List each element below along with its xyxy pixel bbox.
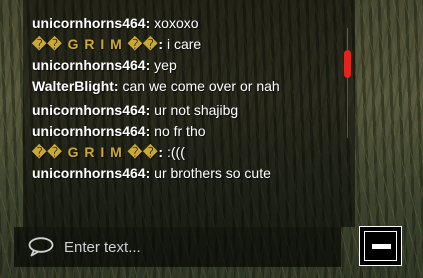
chat-message: unicornhorns464: ur brothers so cute <box>32 164 337 182</box>
message-separator: : <box>158 144 164 160</box>
chat-input[interactable] <box>64 238 334 256</box>
scrollbar-thumb[interactable] <box>344 50 351 78</box>
message-text: i care <box>166 36 202 52</box>
chat-message: unicornhorns464: ur not shajibg <box>32 101 337 119</box>
message-username[interactable]: unicornhorns464 <box>32 165 146 181</box>
chat-toggle-button[interactable] <box>359 226 402 266</box>
chat-scrollbar[interactable] <box>343 8 351 218</box>
chat-message: unicornhorns464: xoxoxo <box>32 14 337 32</box>
minimize-icon <box>364 231 397 261</box>
message-separator: : <box>158 36 164 52</box>
message-text: can we come over or nah <box>122 78 280 94</box>
chat-message: unicornhorns464: yep <box>32 56 337 74</box>
chat-message: WalterBlight: can we come over or nah <box>32 77 322 95</box>
chat-message-list[interactable]: unicornhorns464: xoxoxo �� G R I M ��: i… <box>32 14 337 185</box>
message-username[interactable]: unicornhorns464 <box>32 15 146 31</box>
message-text: yep <box>154 57 177 73</box>
minimize-bar <box>372 244 391 249</box>
chat-message: �� G R I M ��: i care <box>32 35 337 53</box>
message-username[interactable]: �� G R I M �� <box>32 36 158 52</box>
message-username[interactable]: unicornhorns464 <box>32 123 146 139</box>
message-separator: : <box>145 165 151 181</box>
message-username[interactable]: �� G R I M �� <box>32 144 158 160</box>
message-username[interactable]: unicornhorns464 <box>32 57 146 73</box>
chat-bubble-icon <box>28 237 54 257</box>
message-username[interactable]: unicornhorns464 <box>32 102 146 118</box>
message-separator: : <box>113 78 119 94</box>
message-username[interactable]: WalterBlight <box>32 78 114 94</box>
message-text: :((( <box>166 144 185 160</box>
message-separator: : <box>145 102 151 118</box>
scrollbar-track[interactable] <box>347 28 348 138</box>
message-text: ur brothers so cute <box>154 165 271 181</box>
chat-input-bar <box>14 227 341 267</box>
chat-message: unicornhorns464: no fr tho <box>32 122 337 140</box>
message-text: xoxoxo <box>154 15 199 31</box>
message-text: no fr tho <box>154 123 206 139</box>
message-separator: : <box>145 123 151 139</box>
message-separator: : <box>145 15 151 31</box>
chat-message: �� G R I M ��: :((( <box>32 143 337 161</box>
message-text: ur not shajibg <box>154 102 239 118</box>
message-separator: : <box>145 57 151 73</box>
chat-panel: unicornhorns464: xoxoxo �� G R I M ��: i… <box>23 0 355 227</box>
